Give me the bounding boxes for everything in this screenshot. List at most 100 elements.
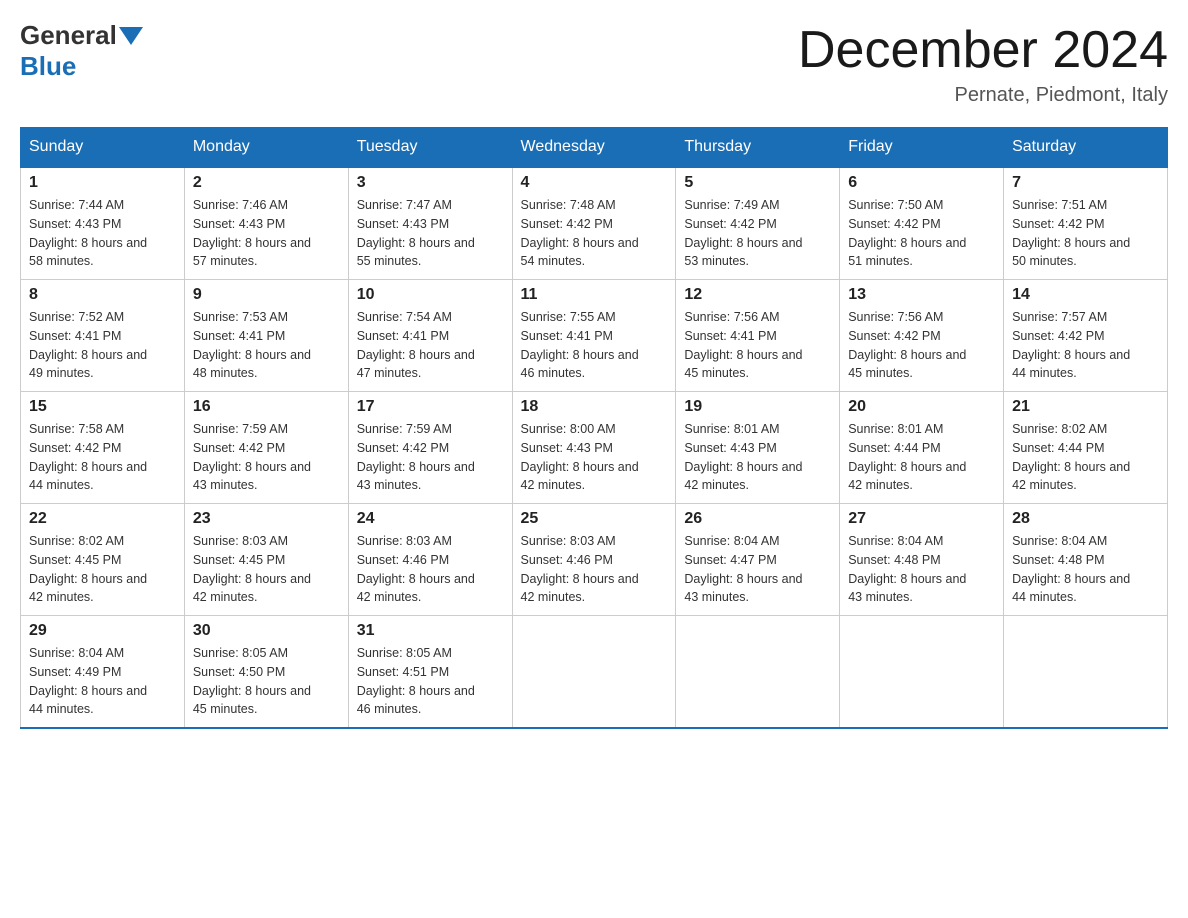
day-number: 15 xyxy=(29,398,176,416)
day-number: 14 xyxy=(1012,286,1159,304)
day-number: 17 xyxy=(357,398,504,416)
calendar-cell: 13 Sunrise: 7:56 AM Sunset: 4:42 PM Dayl… xyxy=(840,280,1004,392)
day-number: 24 xyxy=(357,510,504,528)
calendar-cell xyxy=(512,616,676,729)
day-number: 2 xyxy=(193,174,340,192)
calendar-cell: 30 Sunrise: 8:05 AM Sunset: 4:50 PM Dayl… xyxy=(184,616,348,729)
weekday-header-monday: Monday xyxy=(184,128,348,168)
calendar-week-row: 22 Sunrise: 8:02 AM Sunset: 4:45 PM Dayl… xyxy=(21,504,1168,616)
weekday-header-thursday: Thursday xyxy=(676,128,840,168)
page-header: General Blue December 2024 Pernate, Pied… xyxy=(20,20,1168,107)
calendar-week-row: 15 Sunrise: 7:58 AM Sunset: 4:42 PM Dayl… xyxy=(21,392,1168,504)
calendar-cell: 21 Sunrise: 8:02 AM Sunset: 4:44 PM Dayl… xyxy=(1004,392,1168,504)
day-number: 7 xyxy=(1012,174,1159,192)
calendar-cell: 3 Sunrise: 7:47 AM Sunset: 4:43 PM Dayli… xyxy=(348,167,512,280)
day-number: 30 xyxy=(193,622,340,640)
weekday-header-wednesday: Wednesday xyxy=(512,128,676,168)
day-info: Sunrise: 8:03 AM Sunset: 4:46 PM Dayligh… xyxy=(357,532,504,607)
calendar-cell: 9 Sunrise: 7:53 AM Sunset: 4:41 PM Dayli… xyxy=(184,280,348,392)
day-info: Sunrise: 7:50 AM Sunset: 4:42 PM Dayligh… xyxy=(848,196,995,271)
calendar-cell: 16 Sunrise: 7:59 AM Sunset: 4:42 PM Dayl… xyxy=(184,392,348,504)
day-info: Sunrise: 7:51 AM Sunset: 4:42 PM Dayligh… xyxy=(1012,196,1159,271)
day-number: 6 xyxy=(848,174,995,192)
calendar-cell: 5 Sunrise: 7:49 AM Sunset: 4:42 PM Dayli… xyxy=(676,167,840,280)
weekday-header-tuesday: Tuesday xyxy=(348,128,512,168)
day-number: 23 xyxy=(193,510,340,528)
calendar-cell: 6 Sunrise: 7:50 AM Sunset: 4:42 PM Dayli… xyxy=(840,167,1004,280)
day-info: Sunrise: 7:59 AM Sunset: 4:42 PM Dayligh… xyxy=(193,420,340,495)
day-number: 31 xyxy=(357,622,504,640)
calendar-cell: 8 Sunrise: 7:52 AM Sunset: 4:41 PM Dayli… xyxy=(21,280,185,392)
calendar-week-row: 8 Sunrise: 7:52 AM Sunset: 4:41 PM Dayli… xyxy=(21,280,1168,392)
calendar-cell: 15 Sunrise: 7:58 AM Sunset: 4:42 PM Dayl… xyxy=(21,392,185,504)
logo-arrow-icon xyxy=(119,27,143,45)
calendar-cell: 31 Sunrise: 8:05 AM Sunset: 4:51 PM Dayl… xyxy=(348,616,512,729)
day-number: 12 xyxy=(684,286,831,304)
day-info: Sunrise: 8:04 AM Sunset: 4:48 PM Dayligh… xyxy=(1012,532,1159,607)
calendar-cell: 28 Sunrise: 8:04 AM Sunset: 4:48 PM Dayl… xyxy=(1004,504,1168,616)
calendar-cell: 23 Sunrise: 8:03 AM Sunset: 4:45 PM Dayl… xyxy=(184,504,348,616)
logo-blue-text: Blue xyxy=(20,51,76,81)
day-number: 22 xyxy=(29,510,176,528)
day-number: 28 xyxy=(1012,510,1159,528)
day-number: 20 xyxy=(848,398,995,416)
location-text: Pernate, Piedmont, Italy xyxy=(798,84,1168,107)
day-info: Sunrise: 7:48 AM Sunset: 4:42 PM Dayligh… xyxy=(521,196,668,271)
calendar-cell: 1 Sunrise: 7:44 AM Sunset: 4:43 PM Dayli… xyxy=(21,167,185,280)
day-info: Sunrise: 7:49 AM Sunset: 4:42 PM Dayligh… xyxy=(684,196,831,271)
day-info: Sunrise: 8:02 AM Sunset: 4:45 PM Dayligh… xyxy=(29,532,176,607)
calendar-cell: 26 Sunrise: 8:04 AM Sunset: 4:47 PM Dayl… xyxy=(676,504,840,616)
calendar-cell: 2 Sunrise: 7:46 AM Sunset: 4:43 PM Dayli… xyxy=(184,167,348,280)
calendar-table: SundayMondayTuesdayWednesdayThursdayFrid… xyxy=(20,127,1168,729)
weekday-header-friday: Friday xyxy=(840,128,1004,168)
day-number: 16 xyxy=(193,398,340,416)
day-info: Sunrise: 7:52 AM Sunset: 4:41 PM Dayligh… xyxy=(29,308,176,383)
day-info: Sunrise: 8:03 AM Sunset: 4:45 PM Dayligh… xyxy=(193,532,340,607)
calendar-cell: 24 Sunrise: 8:03 AM Sunset: 4:46 PM Dayl… xyxy=(348,504,512,616)
weekday-header-sunday: Sunday xyxy=(21,128,185,168)
calendar-cell: 29 Sunrise: 8:04 AM Sunset: 4:49 PM Dayl… xyxy=(21,616,185,729)
day-number: 21 xyxy=(1012,398,1159,416)
day-info: Sunrise: 8:05 AM Sunset: 4:51 PM Dayligh… xyxy=(357,644,504,719)
day-info: Sunrise: 7:58 AM Sunset: 4:42 PM Dayligh… xyxy=(29,420,176,495)
calendar-cell: 18 Sunrise: 8:00 AM Sunset: 4:43 PM Dayl… xyxy=(512,392,676,504)
day-number: 8 xyxy=(29,286,176,304)
day-info: Sunrise: 8:04 AM Sunset: 4:49 PM Dayligh… xyxy=(29,644,176,719)
day-info: Sunrise: 7:46 AM Sunset: 4:43 PM Dayligh… xyxy=(193,196,340,271)
day-info: Sunrise: 7:44 AM Sunset: 4:43 PM Dayligh… xyxy=(29,196,176,271)
day-info: Sunrise: 8:01 AM Sunset: 4:44 PM Dayligh… xyxy=(848,420,995,495)
calendar-cell xyxy=(676,616,840,729)
day-info: Sunrise: 7:59 AM Sunset: 4:42 PM Dayligh… xyxy=(357,420,504,495)
day-info: Sunrise: 8:02 AM Sunset: 4:44 PM Dayligh… xyxy=(1012,420,1159,495)
day-info: Sunrise: 8:01 AM Sunset: 4:43 PM Dayligh… xyxy=(684,420,831,495)
weekday-header-saturday: Saturday xyxy=(1004,128,1168,168)
logo-general-text: General xyxy=(20,20,117,51)
day-number: 19 xyxy=(684,398,831,416)
calendar-header-row: SundayMondayTuesdayWednesdayThursdayFrid… xyxy=(21,128,1168,168)
day-info: Sunrise: 7:54 AM Sunset: 4:41 PM Dayligh… xyxy=(357,308,504,383)
day-number: 18 xyxy=(521,398,668,416)
day-info: Sunrise: 8:04 AM Sunset: 4:47 PM Dayligh… xyxy=(684,532,831,607)
day-number: 3 xyxy=(357,174,504,192)
calendar-cell: 11 Sunrise: 7:55 AM Sunset: 4:41 PM Dayl… xyxy=(512,280,676,392)
day-info: Sunrise: 8:00 AM Sunset: 4:43 PM Dayligh… xyxy=(521,420,668,495)
calendar-cell: 19 Sunrise: 8:01 AM Sunset: 4:43 PM Dayl… xyxy=(676,392,840,504)
calendar-cell xyxy=(840,616,1004,729)
day-number: 9 xyxy=(193,286,340,304)
calendar-cell: 4 Sunrise: 7:48 AM Sunset: 4:42 PM Dayli… xyxy=(512,167,676,280)
day-number: 29 xyxy=(29,622,176,640)
calendar-cell: 14 Sunrise: 7:57 AM Sunset: 4:42 PM Dayl… xyxy=(1004,280,1168,392)
day-number: 5 xyxy=(684,174,831,192)
calendar-cell: 17 Sunrise: 7:59 AM Sunset: 4:42 PM Dayl… xyxy=(348,392,512,504)
month-title: December 2024 xyxy=(798,20,1168,80)
day-number: 11 xyxy=(521,286,668,304)
calendar-cell xyxy=(1004,616,1168,729)
day-info: Sunrise: 8:04 AM Sunset: 4:48 PM Dayligh… xyxy=(848,532,995,607)
day-number: 13 xyxy=(848,286,995,304)
calendar-week-row: 1 Sunrise: 7:44 AM Sunset: 4:43 PM Dayli… xyxy=(21,167,1168,280)
calendar-cell: 25 Sunrise: 8:03 AM Sunset: 4:46 PM Dayl… xyxy=(512,504,676,616)
calendar-cell: 12 Sunrise: 7:56 AM Sunset: 4:41 PM Dayl… xyxy=(676,280,840,392)
day-info: Sunrise: 7:56 AM Sunset: 4:42 PM Dayligh… xyxy=(848,308,995,383)
day-number: 4 xyxy=(521,174,668,192)
day-number: 26 xyxy=(684,510,831,528)
